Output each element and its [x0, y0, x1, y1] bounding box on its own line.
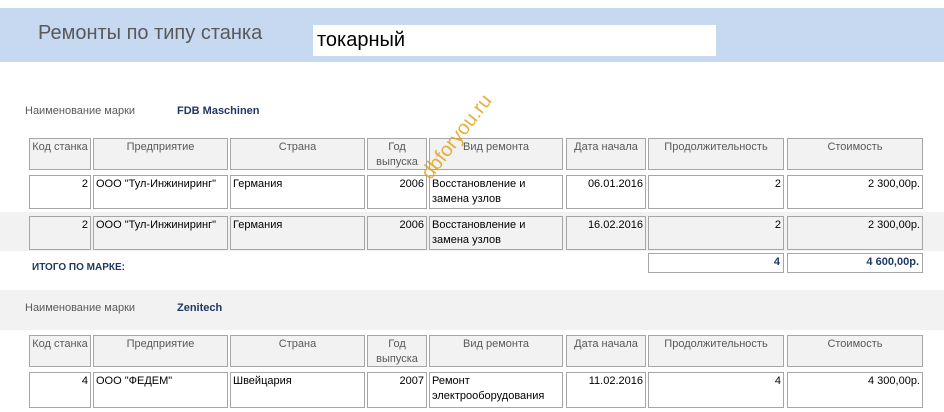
group-total-duration: 4 [648, 253, 784, 273]
cell-year: 2006 [367, 216, 427, 250]
cell-year: 2006 [367, 175, 427, 209]
group-brand-name: Zenitech [177, 302, 223, 314]
header-country: Страна [230, 335, 365, 367]
cell-year: 2007 [367, 372, 427, 408]
cell-country: Германия [230, 216, 365, 250]
cell-duration: 4 [648, 372, 784, 408]
cell-start-date: 16.02.2016 [566, 216, 646, 250]
group-total-cost: 4 600,00р. [787, 253, 923, 273]
cell-company: ООО "Тул-Инжиниринг" [93, 216, 228, 250]
group-label: Наименование марки [25, 302, 136, 314]
cell-code: 4 [29, 372, 91, 408]
header-company: Предприятие [93, 335, 228, 367]
group-label: Наименование марки [25, 105, 136, 117]
cell-company: ООО "ФЕДЕМ" [93, 372, 228, 408]
cell-repair-type: Восстановление и замена узлов [429, 175, 563, 209]
group-header-band [0, 290, 944, 330]
cell-cost: 4 300,00р. [787, 372, 923, 408]
group-brand-name: FDB Maschinen [177, 105, 260, 117]
header-company: Предприятие [93, 138, 228, 170]
machine-type-filter-field[interactable] [313, 25, 716, 56]
header-year: Год выпуска [367, 138, 427, 170]
header-repair-type: Вид ремонта [429, 138, 563, 170]
group-total-label: ИТОГО ПО МАРКЕ: [32, 262, 125, 273]
cell-country: Швейцария [230, 372, 365, 408]
header-code: Код станка [29, 138, 91, 170]
header-code: Код станка [29, 335, 91, 367]
cell-code: 2 [29, 216, 91, 250]
header-start-date: Дата начала [566, 138, 646, 170]
cell-duration: 2 [648, 175, 784, 209]
header-cost: Стоимость [787, 335, 923, 367]
cell-duration: 2 [648, 216, 784, 250]
header-repair-type: Вид ремонта [429, 335, 563, 367]
cell-cost: 2 300,00р. [787, 175, 923, 209]
cell-code: 2 [29, 175, 91, 209]
cell-repair-type: Ремонт электрооборудования [429, 372, 563, 408]
cell-country: Германия [230, 175, 365, 209]
header-duration: Продолжительность [648, 138, 784, 170]
cell-start-date: 11.02.2016 [566, 372, 646, 408]
report-title: Ремонты по типу станка [38, 22, 263, 44]
cell-start-date: 06.01.2016 [566, 175, 646, 209]
report-header: Ремонты по типу станка [0, 8, 944, 62]
cell-repair-type: Восстановление и замена узлов [429, 216, 563, 250]
header-duration: Продолжительность [648, 335, 784, 367]
header-start-date: Дата начала [566, 335, 646, 367]
cell-company: ООО "Тул-Инжиниринг" [93, 175, 228, 209]
header-country: Страна [230, 138, 365, 170]
header-cost: Стоимость [787, 138, 923, 170]
header-year: Год выпуска [367, 335, 427, 367]
cell-cost: 2 300,00р. [787, 216, 923, 250]
